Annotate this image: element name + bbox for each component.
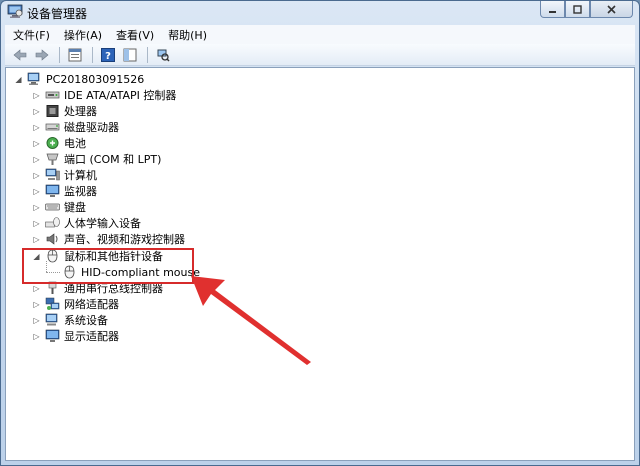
expand-icon[interactable]: ▷ bbox=[32, 235, 41, 244]
tree-item-hid[interactable]: ▷ 人体学输入设备 bbox=[32, 215, 141, 231]
minimize-icon bbox=[549, 10, 556, 13]
expand-icon[interactable]: ▷ bbox=[32, 300, 41, 309]
tree-item-label: 键盘 bbox=[64, 201, 86, 214]
expand-icon[interactable]: ▷ bbox=[32, 171, 41, 180]
help-icon: ? bbox=[101, 47, 115, 62]
expand-icon[interactable]: ▷ bbox=[32, 107, 41, 116]
tree-item-sound[interactable]: ▷ 声音、视频和游戏控制器 bbox=[32, 231, 185, 247]
tree-item-ide[interactable]: ▷ IDE ATA/ATAPI 控制器 bbox=[32, 87, 176, 103]
port-icon bbox=[46, 153, 59, 165]
tree-item-label: 系统设备 bbox=[64, 314, 108, 327]
expand-icon[interactable]: ▷ bbox=[32, 139, 41, 148]
tree-item-processor[interactable]: ▷ 处理器 bbox=[32, 103, 97, 119]
monitor-icon bbox=[45, 184, 60, 197]
tree-item-label: 监视器 bbox=[64, 185, 97, 198]
tree-item-label: 电池 bbox=[64, 137, 86, 150]
tree-item-display[interactable]: ▷ 显示适配器 bbox=[32, 328, 119, 344]
scan-hardware-button[interactable] bbox=[154, 47, 172, 63]
display-adapter-icon bbox=[45, 329, 60, 342]
show-hide-button[interactable] bbox=[121, 47, 139, 63]
svg-text:?: ? bbox=[105, 51, 111, 62]
back-arrow-icon bbox=[13, 48, 27, 61]
properties-icon bbox=[68, 48, 82, 61]
keyboard-icon bbox=[45, 203, 60, 211]
computer-icon bbox=[45, 168, 60, 181]
expand-icon[interactable]: ▷ bbox=[32, 155, 41, 164]
system-device-icon bbox=[45, 313, 58, 326]
disk-drive-icon bbox=[45, 123, 60, 131]
tree-item-port[interactable]: ▷ 端口 (COM 和 LPT) bbox=[32, 151, 161, 167]
tree-item-label: 计算机 bbox=[64, 169, 97, 182]
annotation-highlight-box bbox=[22, 248, 194, 284]
tree-root-label: PC201803091526 bbox=[46, 72, 145, 86]
battery-icon bbox=[46, 137, 59, 149]
forward-button[interactable] bbox=[33, 47, 51, 63]
tree-item-battery[interactable]: ▷ 电池 bbox=[32, 135, 86, 151]
tree-item-label: 端口 (COM 和 LPT) bbox=[64, 153, 162, 166]
properties-button[interactable] bbox=[66, 47, 84, 63]
tree-item-keyboard[interactable]: ▷ 键盘 bbox=[32, 199, 86, 215]
tree-item-computer[interactable]: ▷ 计算机 bbox=[32, 167, 97, 183]
hid-icon bbox=[45, 217, 60, 228]
computer-icon bbox=[27, 72, 40, 85]
close-button[interactable] bbox=[590, 1, 633, 18]
tree-item-network[interactable]: ▷ 网络适配器 bbox=[32, 296, 119, 312]
device-manager-window: 设备管理器 文件(F) 操作(A) 查看(V) 帮助(H) ? ◢ PC2018… bbox=[0, 0, 640, 466]
expand-icon[interactable]: ▷ bbox=[32, 203, 41, 212]
annotation-arrow bbox=[191, 276, 311, 365]
tree-root[interactable]: ◢ PC201803091526 bbox=[14, 71, 144, 87]
minimize-button[interactable] bbox=[540, 1, 565, 18]
expand-icon[interactable]: ▷ bbox=[32, 284, 41, 293]
forward-arrow-icon bbox=[35, 48, 49, 61]
tree-item-label: 网络适配器 bbox=[64, 298, 119, 311]
tree-item-label: 人体学输入设备 bbox=[64, 217, 141, 230]
expand-icon[interactable]: ▷ bbox=[32, 219, 41, 228]
close-icon bbox=[607, 4, 616, 14]
toolbar-separator bbox=[147, 46, 148, 63]
tree-item-label: IDE ATA/ATAPI 控制器 bbox=[64, 89, 177, 102]
expand-icon[interactable]: ▷ bbox=[32, 91, 41, 100]
sound-icon bbox=[46, 233, 58, 245]
help-button[interactable]: ? bbox=[99, 47, 117, 63]
processor-icon bbox=[46, 105, 59, 117]
tree-item-label: 显示适配器 bbox=[64, 330, 119, 343]
toolbar-separator bbox=[92, 46, 93, 63]
back-button[interactable] bbox=[11, 47, 29, 63]
tree-item-disk[interactable]: ▷ 磁盘驱动器 bbox=[32, 119, 119, 135]
collapse-icon[interactable]: ◢ bbox=[14, 75, 23, 84]
expand-icon[interactable]: ▷ bbox=[32, 187, 41, 196]
toolbar-separator bbox=[59, 46, 60, 63]
window-title: 设备管理器 bbox=[27, 7, 88, 21]
expand-icon[interactable]: ▷ bbox=[32, 332, 41, 341]
tree-item-label: 处理器 bbox=[64, 105, 97, 118]
menu-help[interactable]: 帮助(H) bbox=[168, 27, 207, 43]
menu-view[interactable]: 查看(V) bbox=[116, 27, 154, 43]
network-adapter-icon bbox=[45, 297, 60, 310]
show-hide-icon bbox=[123, 48, 137, 61]
title-bar[interactable]: 设备管理器 bbox=[1, 1, 639, 23]
expand-icon[interactable]: ▷ bbox=[32, 316, 41, 325]
tree-item-label: 磁盘驱动器 bbox=[64, 121, 119, 134]
expand-icon[interactable]: ▷ bbox=[32, 123, 41, 132]
menu-bar: 文件(F) 操作(A) 查看(V) 帮助(H) bbox=[5, 25, 635, 44]
toolbar: ? bbox=[5, 44, 635, 66]
tree-item-monitor[interactable]: ▷ 监视器 bbox=[32, 183, 97, 199]
maximize-button[interactable] bbox=[565, 1, 590, 18]
maximize-icon bbox=[573, 4, 582, 14]
device-manager-icon bbox=[7, 4, 23, 18]
ide-controller-icon bbox=[45, 91, 60, 99]
menu-action[interactable]: 操作(A) bbox=[64, 27, 102, 43]
scan-hardware-icon bbox=[157, 49, 170, 62]
tree-item-label: 声音、视频和游戏控制器 bbox=[64, 233, 185, 246]
tree-item-system[interactable]: ▷ 系统设备 bbox=[32, 312, 108, 328]
menu-file[interactable]: 文件(F) bbox=[13, 27, 50, 43]
device-tree[interactable]: ◢ PC201803091526 ▷ IDE ATA/ATAPI 控制器 ▷ 处… bbox=[5, 67, 635, 461]
